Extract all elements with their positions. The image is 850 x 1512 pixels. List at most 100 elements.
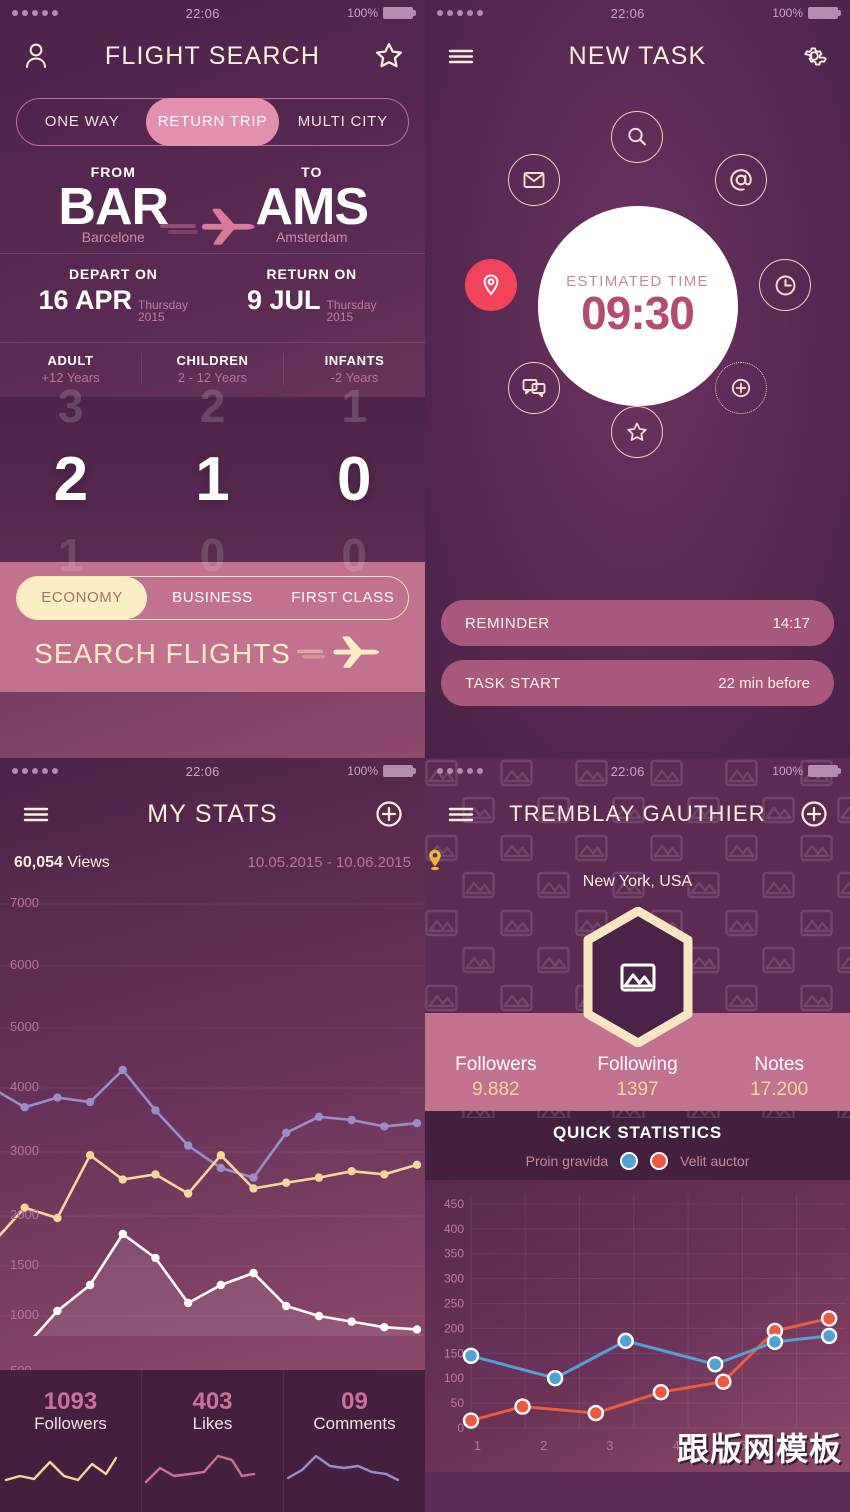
depart-label: DEPART ON	[68, 265, 158, 282]
gear-icon[interactable]	[796, 38, 832, 74]
profile-followers-label: Followers	[455, 1053, 537, 1075]
route-section: FROM BAR Barcelone TO AMS Amsterdam	[0, 164, 425, 245]
depart-year: 2015	[138, 310, 165, 325]
passenger-count-picker[interactable]: 3 2 1 2 1 0 1 0 0	[0, 380, 425, 581]
page-title: FLIGHT SEARCH	[104, 41, 321, 70]
status-time: 22:06	[610, 5, 645, 21]
comments-sparkline	[286, 1454, 400, 1482]
mail-icon[interactable]	[508, 154, 560, 206]
plus-circle-icon[interactable]	[371, 796, 407, 832]
hamburger-icon[interactable]	[443, 38, 479, 74]
class-business[interactable]: BUSINESS	[147, 577, 277, 619]
footer-comments[interactable]: 09 Comments	[284, 1370, 425, 1512]
task-navbar: NEW TASK	[425, 26, 850, 86]
infants-count-wheel[interactable]: 1 0 0	[283, 380, 425, 581]
task-start-label: TASK START	[465, 674, 562, 692]
trip-type-multi-city[interactable]: MULTI CITY	[278, 99, 408, 145]
svg-text:1: 1	[474, 1438, 481, 1453]
y-tick-label: 2000	[10, 1207, 39, 1222]
y-tick-label: 1500	[10, 1257, 39, 1272]
quick-statistics-header: QUICK STATISTICS Proin gravida Velit auc…	[425, 1111, 850, 1180]
children-ghost-below: 0	[199, 528, 226, 581]
status-bar: 22:06 100%	[0, 758, 425, 784]
comments-value: 09	[341, 1388, 368, 1415]
profile-following[interactable]: Following 1397	[567, 1054, 709, 1101]
estimated-time-circle[interactable]: ESTIMATED TIME 09:30	[537, 206, 738, 406]
children-ghost-above: 2	[199, 379, 226, 432]
user-icon[interactable]	[18, 38, 54, 74]
profile-notes[interactable]: Notes 17.200	[708, 1054, 850, 1101]
task-rows: REMINDER 14:17 TASK START 22 min before	[425, 600, 850, 720]
location-text: New York, USA	[582, 873, 693, 890]
estimated-time-value: 09:30	[581, 286, 695, 339]
battery-percent: 100%	[772, 764, 803, 778]
y-tick-label: 6000	[10, 957, 39, 972]
legend-dot-proin-gravida[interactable]	[620, 1152, 639, 1170]
class-selector[interactable]: ECONOMY BUSINESS FIRST CLASS	[16, 575, 409, 620]
quick-statistics-chart: 0 50 100 150 200 250 300 350 400 450 1 2 3 4 5 跟版网模板	[425, 1180, 850, 1472]
adult-count-wheel[interactable]: 3 2 1	[0, 380, 142, 581]
status-time: 22:06	[185, 763, 220, 779]
return-daymeta: Thursday 2015	[327, 298, 377, 324]
stats-summary: 60,054 Views 10.05.2015 - 10.06.2015	[0, 844, 425, 876]
task-start-row[interactable]: TASK START 22 min before	[441, 660, 834, 706]
return-block[interactable]: RETURN ON 9 JUL Thursday 2015	[213, 266, 412, 324]
infants-count-value: 0	[336, 444, 372, 514]
views-summary: 60,054 Views	[14, 854, 110, 872]
status-time: 22:06	[610, 763, 645, 779]
children-count-wheel[interactable]: 2 1 0	[142, 380, 284, 581]
profile-following-label: Following	[597, 1053, 678, 1075]
flight-navbar: FLIGHT SEARCH	[0, 26, 425, 86]
plus-circle-icon[interactable]	[715, 362, 767, 414]
status-time: 22:06	[185, 5, 220, 21]
chat-icon[interactable]	[508, 362, 560, 414]
trip-type-one-way[interactable]: ONE WAY	[17, 99, 147, 145]
page-title: TREMBLAY GAUTHIER	[509, 801, 766, 826]
avatar[interactable]	[425, 907, 850, 1047]
class-first-class[interactable]: FIRST CLASS	[278, 577, 408, 619]
footer-likes[interactable]: 403 Likes	[142, 1370, 284, 1512]
adult-ghost-above: 3	[58, 379, 84, 432]
trip-type-selector[interactable]: ONE WAY RETURN TRIP MULTI CITY	[16, 98, 409, 146]
class-economy[interactable]: ECONOMY	[17, 576, 148, 619]
battery-icon	[383, 7, 416, 19]
profile-followers[interactable]: Followers 9.882	[425, 1054, 567, 1101]
profile-notes-label: Notes	[754, 1053, 804, 1075]
y-tick-label: 4000	[10, 1079, 39, 1094]
legend-dot-velit-auctor[interactable]	[650, 1152, 669, 1170]
search-flights-button[interactable]: SEARCH FLIGHTS	[16, 634, 409, 674]
task-type-ring: ESTIMATED TIME 09:30	[425, 96, 850, 516]
depart-block[interactable]: DEPART ON 16 APR Thursday 2015	[14, 266, 213, 324]
profile-location: New York, USA	[425, 848, 850, 891]
likes-sparkline	[144, 1454, 256, 1484]
battery-icon	[383, 765, 416, 777]
search-icon[interactable]	[611, 111, 663, 163]
screenshot-grid: 22:06 100% FLIGHT SEARCH ONE WAY RETURN …	[0, 0, 850, 1512]
reminder-row[interactable]: REMINDER 14:17	[441, 600, 834, 646]
status-bar: 22:06 100%	[425, 758, 850, 784]
clock-icon[interactable]	[759, 259, 811, 311]
hamburger-icon[interactable]	[18, 796, 54, 832]
svg-text:250: 250	[444, 1297, 464, 1311]
footer-followers[interactable]: 1093 Followers	[0, 1370, 142, 1512]
battery-percent: 100%	[347, 6, 378, 20]
legend-label-velit-auctor: Velit auctor	[680, 1153, 750, 1169]
plus-circle-icon[interactable]	[796, 796, 832, 832]
at-icon[interactable]	[715, 154, 767, 206]
page-title: NEW TASK	[568, 41, 707, 70]
profile-navbar: TREMBLAY GAUTHIER	[425, 784, 850, 844]
status-battery: 100%	[772, 6, 841, 20]
star-icon[interactable]	[371, 38, 407, 74]
profile-screen: 22:06 100% TREMBLAY GAUTHIER New York, U…	[425, 758, 850, 1512]
battery-icon	[808, 7, 841, 19]
hamburger-icon[interactable]	[443, 796, 479, 832]
reminder-value: 14:17	[772, 614, 810, 632]
my-stats-screen: 22:06 100% MY STATS 60,054 Views 10.05.2…	[0, 758, 425, 1512]
trip-type-return-trip[interactable]: RETURN TRIP	[147, 99, 278, 145]
star-icon[interactable]	[611, 406, 663, 458]
profile-followers-value: 9.882	[472, 1078, 520, 1100]
likes-value: 403	[192, 1388, 233, 1415]
location-pin-icon[interactable]	[465, 259, 517, 311]
adult-count-value: 2	[53, 444, 89, 514]
views-line-chart: 70006000500040003000200015001000500	[0, 876, 425, 1378]
